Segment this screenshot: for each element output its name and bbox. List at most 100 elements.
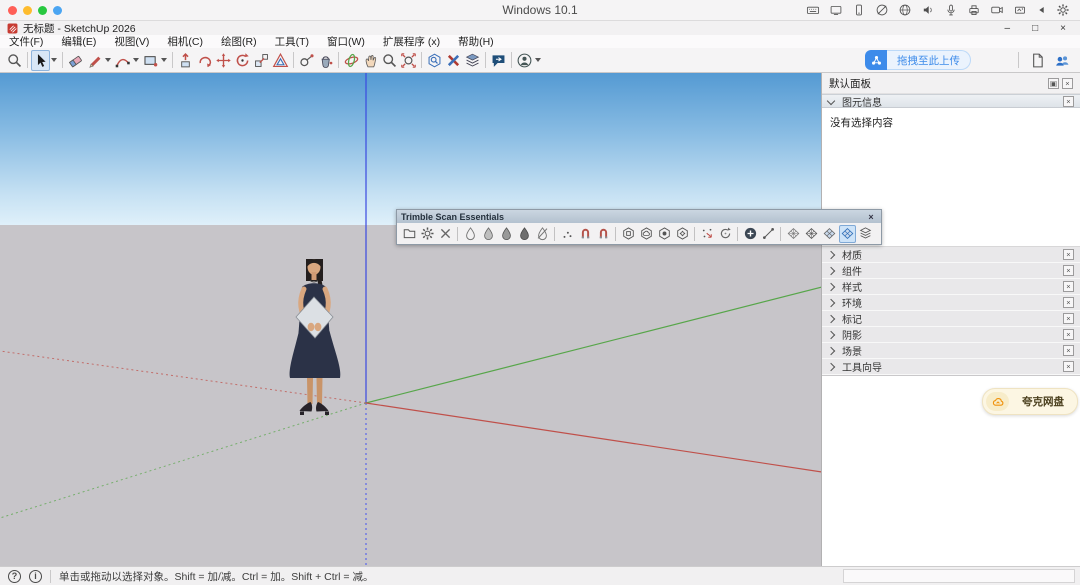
- zoom-tool-icon[interactable]: [5, 50, 24, 71]
- camera-icon[interactable]: [990, 3, 1004, 17]
- printer-icon[interactable]: [967, 3, 981, 17]
- folder-icon[interactable]: [401, 225, 418, 243]
- microphone-icon[interactable]: [944, 3, 958, 17]
- entity-info-header[interactable]: 图元信息 ×: [822, 94, 1080, 109]
- line-dropdown-caret[interactable]: [105, 58, 111, 62]
- point-cloud-half-icon[interactable]: [498, 225, 515, 243]
- layers-icon[interactable]: [463, 50, 482, 71]
- hex-cloud-icon[interactable]: [638, 225, 655, 243]
- point-cloud-disabled-icon[interactable]: [534, 225, 551, 243]
- arc-tool-icon[interactable]: [113, 50, 132, 71]
- mesh-shaded-icon[interactable]: [821, 225, 838, 243]
- tray-pin-icon[interactable]: ▣: [1048, 77, 1059, 89]
- display-icon[interactable]: [829, 3, 843, 17]
- select-tool-icon[interactable]: [31, 49, 50, 71]
- mesh-dense-icon[interactable]: [803, 225, 820, 243]
- gear-icon[interactable]: [1056, 3, 1070, 17]
- section-close-icon[interactable]: ×: [1063, 297, 1074, 308]
- account-icon[interactable]: [515, 50, 534, 71]
- points-icon[interactable]: [559, 225, 576, 243]
- section-close-icon[interactable]: ×: [1063, 249, 1074, 260]
- measurements-box[interactable]: [843, 569, 1075, 583]
- follow-me-tool-icon[interactable]: [195, 50, 214, 71]
- rotate-tool-icon[interactable]: [233, 50, 252, 71]
- polyline-icon[interactable]: [760, 225, 777, 243]
- add-icon[interactable]: [742, 225, 759, 243]
- menu-view[interactable]: 视图(V): [105, 34, 158, 49]
- credits-info-icon[interactable]: i: [29, 569, 42, 583]
- pan-tool-icon[interactable]: [361, 50, 380, 71]
- hex-box-icon[interactable]: [620, 225, 637, 243]
- magnet-icon[interactable]: [577, 225, 594, 243]
- menu-window[interactable]: 窗口(W): [318, 34, 374, 49]
- magnet-alt-icon[interactable]: [595, 225, 612, 243]
- feedback-icon[interactable]: [489, 50, 508, 71]
- section-close-icon[interactable]: ×: [1063, 313, 1074, 324]
- menu-help[interactable]: 帮助(H): [449, 34, 503, 49]
- section-shadows[interactable]: 阴影 ×: [822, 327, 1080, 343]
- point-cloud-empty-icon[interactable]: [462, 225, 479, 243]
- menu-file[interactable]: 文件(F): [0, 34, 52, 49]
- section-materials[interactable]: 材质 ×: [822, 247, 1080, 263]
- section-close-icon[interactable]: ×: [1063, 345, 1074, 356]
- quark-upload-button[interactable]: 拖拽至此上传: [865, 50, 971, 70]
- extension-warehouse-icon[interactable]: [444, 50, 463, 71]
- tape-measure-tool-icon[interactable]: [297, 50, 316, 71]
- mesh-active-icon[interactable]: [838, 224, 856, 243]
- section-styles[interactable]: 样式 ×: [822, 279, 1080, 295]
- line-tool-icon[interactable]: [85, 50, 104, 71]
- collaborate-people-icon[interactable]: [1053, 50, 1072, 71]
- menu-tools[interactable]: 工具(T): [266, 34, 318, 49]
- push-pull-tool-icon[interactable]: [176, 50, 195, 71]
- trimble-titlebar[interactable]: Trimble Scan Essentials ×: [397, 210, 881, 223]
- zoom-extents-tool-icon[interactable]: [399, 50, 418, 71]
- maximize-button[interactable]: □: [1032, 23, 1038, 34]
- scale-tool-icon[interactable]: [252, 50, 271, 71]
- quark-drive-button[interactable]: 夸克网盘: [982, 388, 1078, 415]
- rectangle-dropdown-caret[interactable]: [161, 58, 167, 62]
- close-button[interactable]: ×: [1060, 23, 1066, 34]
- section-tags[interactable]: 标记 ×: [822, 311, 1080, 327]
- network-off-icon[interactable]: [875, 3, 889, 17]
- section-close-icon[interactable]: ×: [1063, 265, 1074, 276]
- hex-gear-icon[interactable]: [674, 225, 691, 243]
- mesh-wire-icon[interactable]: [785, 225, 802, 243]
- section-close-icon[interactable]: ×: [1063, 329, 1074, 340]
- select-dropdown-caret[interactable]: [51, 58, 57, 62]
- globe-icon[interactable]: [898, 3, 912, 17]
- paint-bucket-tool-icon[interactable]: [316, 50, 335, 71]
- section-close-icon[interactable]: ×: [1063, 361, 1074, 372]
- account-dropdown-caret[interactable]: [535, 58, 541, 62]
- section-instructor[interactable]: 工具向导 ×: [822, 359, 1080, 375]
- point-cloud-quarter-icon[interactable]: [480, 225, 497, 243]
- move-tool-icon[interactable]: [214, 50, 233, 71]
- settings-icon[interactable]: [419, 225, 436, 243]
- scale-figure-person[interactable]: [280, 253, 350, 417]
- orbit-tool-icon[interactable]: [342, 50, 361, 71]
- rectangle-tool-icon[interactable]: [141, 50, 160, 71]
- play-icon[interactable]: [1036, 3, 1047, 17]
- section-components[interactable]: 组件 ×: [822, 263, 1080, 279]
- point-cloud-full-icon[interactable]: [516, 225, 533, 243]
- screenshot-icon[interactable]: [1013, 3, 1027, 17]
- trimble-close-button[interactable]: ×: [865, 212, 877, 222]
- search-3d-warehouse-icon[interactable]: [425, 50, 444, 71]
- layers-stack-icon[interactable]: [857, 225, 874, 243]
- zoom-window-tool-icon[interactable]: [380, 50, 399, 71]
- speaker-icon[interactable]: [921, 3, 935, 17]
- eraser-tool-icon[interactable]: [66, 50, 85, 71]
- offset-tool-icon[interactable]: [271, 50, 290, 71]
- keyboard-icon[interactable]: [806, 3, 820, 17]
- hex-point-icon[interactable]: [656, 225, 673, 243]
- section-close-icon[interactable]: ×: [1063, 281, 1074, 292]
- new-document-icon[interactable]: [1028, 50, 1047, 71]
- phone-icon[interactable]: [852, 3, 866, 17]
- section-environment[interactable]: 环境 ×: [822, 295, 1080, 311]
- menu-edit[interactable]: 编辑(E): [52, 34, 105, 49]
- refresh-points-icon[interactable]: [717, 225, 734, 243]
- clear-icon[interactable]: [437, 225, 454, 243]
- tray-close-icon[interactable]: ×: [1062, 77, 1073, 89]
- menu-extensions[interactable]: 扩展程序 (x): [374, 34, 449, 49]
- viewport-canvas[interactable]: [0, 73, 822, 566]
- menu-draw[interactable]: 绘图(R): [212, 34, 266, 49]
